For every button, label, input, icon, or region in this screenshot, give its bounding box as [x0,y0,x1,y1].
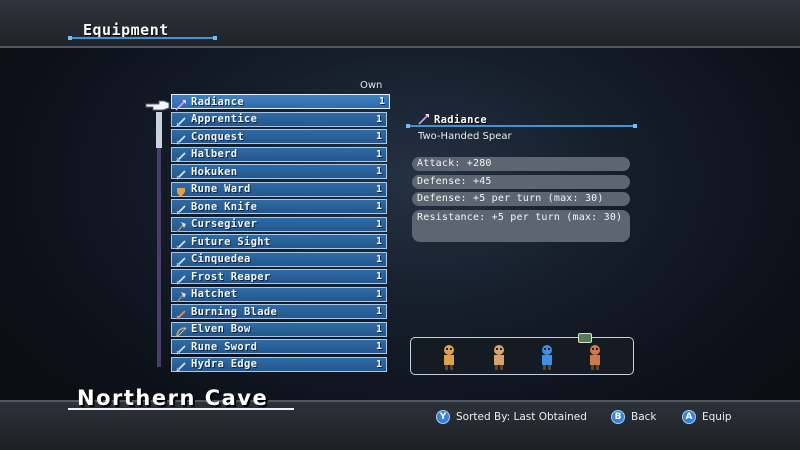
equip-badge-icon [578,333,592,343]
item-name: Bone Knife [191,200,258,213]
item-count: 1 [375,131,382,142]
title-underline [70,37,216,39]
equip-label: Equip [702,411,732,423]
location-name: Northern Cave [77,386,269,410]
item-count: 1 [375,166,382,177]
item-name: Conquest [191,130,244,143]
knife-icon [175,201,187,215]
spear-icon [418,114,429,125]
sword-icon [175,341,187,355]
back-hint[interactable]: B Back [611,409,657,425]
item-row[interactable]: Cursegiver 1 [171,216,387,233]
item-row[interactable]: Bone Knife 1 [171,199,387,215]
halberd-icon [175,148,187,162]
stat-defense-regen: Defense: +5 per turn (max: 30) [412,192,630,206]
party-panel [410,337,634,375]
party-member-1-sprite[interactable] [437,343,461,371]
item-count: 1 [375,323,382,335]
underline-dot [68,36,72,40]
item-row[interactable]: Halberd 1 [171,146,387,162]
item-row[interactable]: Hokuken 1 [171,164,387,180]
item-row[interactable]: Conquest 1 [171,129,387,145]
underline-dot [406,124,410,128]
axe-icon [175,288,187,303]
item-count: 1 [375,218,382,230]
underline-dot [213,36,217,40]
background-dim [0,48,800,400]
item-count: 1 [375,236,382,247]
item-name: Halberd [191,148,238,160]
item-name: Radiance [191,95,244,108]
sword-icon [175,358,187,372]
item-row[interactable]: Rune Sword 1 [171,339,387,355]
item-name: Hydra Edge [191,358,258,370]
item-count: 1 [375,341,382,352]
item-count: 1 [375,271,382,282]
item-row[interactable]: Future Sight 1 [171,234,387,250]
party-member-4-sprite[interactable] [583,343,607,371]
item-row[interactable]: Apprentice 1 [171,111,387,127]
item-name: Burning Blade [191,305,278,318]
item-name: Future Sight [191,235,271,248]
list-scrollbar-thumb[interactable] [156,112,162,148]
item-name: Hatchet [191,288,238,300]
item-count: 1 [375,183,382,195]
bow-icon [175,323,187,338]
item-count: 1 [375,253,382,265]
item-row[interactable]: Elven Bow 1 [171,321,387,338]
a-button-icon: A [682,410,696,424]
party-member-2-sprite[interactable] [487,343,511,371]
sword-icon [175,236,187,250]
detail-item-type: Two-Handed Spear [418,131,512,142]
pointer-hand-icon [145,100,170,111]
item-name: Hokuken [191,165,238,178]
item-count: 1 [375,288,382,300]
item-row[interactable]: Rune Ward 1 [171,181,387,197]
item-row[interactable]: Radiance 1 [171,94,390,111]
underline-dot [633,124,637,128]
item-count: 1 [375,306,382,317]
detail-underline [408,125,636,127]
y-button-icon: Y [436,410,450,424]
location-underline [68,408,294,410]
b-button-icon: B [611,410,625,424]
axe-icon [175,218,187,233]
party-member-3-sprite[interactable] [535,343,559,371]
sort-label: Sorted By: Last Obtained [456,411,587,423]
item-name: Rune Ward [191,183,251,195]
item-count: 1 [375,201,382,212]
item-row[interactable]: Hydra Edge 1 [171,356,387,372]
stat-attack: Attack: +280 [412,157,630,171]
own-column-header: Own [360,80,383,91]
equip-hint[interactable]: A Equip [682,409,732,425]
item-name: Apprentice [191,113,258,125]
sword-icon [175,113,187,127]
list-scrollbar[interactable] [157,112,161,367]
stat-defense: Defense: +45 [412,175,630,189]
spear-icon [175,96,187,111]
item-count: 1 [375,113,382,125]
back-label: Back [631,411,657,423]
item-name: Cinquedea [191,253,251,265]
item-row[interactable]: Frost Reaper 1 [171,269,387,285]
sword-icon [175,253,187,267]
scythe-icon [175,271,187,285]
item-name: Elven Bow [191,323,251,335]
sword-icon [175,131,187,145]
item-count: 1 [375,358,382,370]
item-row[interactable]: Burning Blade 1 [171,304,387,320]
item-name: Frost Reaper [191,270,271,283]
katana-icon [175,166,187,180]
sword-icon [175,306,187,320]
item-row[interactable]: Hatchet 1 [171,286,387,303]
item-name: Cursegiver [191,218,258,230]
stat-resistance: Resistance: +5 per turn (max: 30) [412,210,630,242]
sort-hint[interactable]: Y Sorted By: Last Obtained [436,409,587,425]
item-name: Rune Sword [191,340,258,353]
shield-icon [175,183,187,197]
item-row[interactable]: Cinquedea 1 [171,251,387,267]
item-count: 1 [375,148,382,160]
item-count: 1 [378,96,385,107]
